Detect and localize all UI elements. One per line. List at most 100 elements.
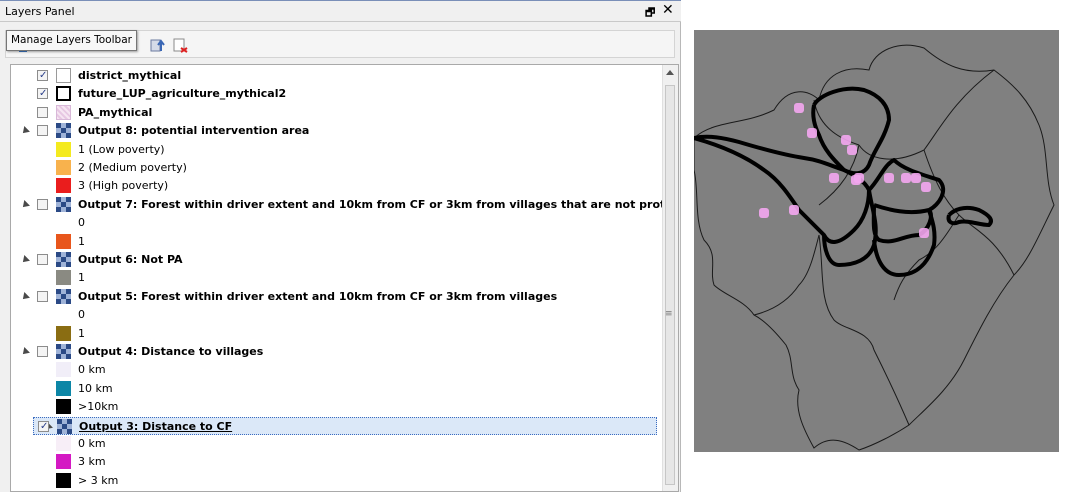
cf-point <box>921 182 931 192</box>
legend-swatch <box>56 160 71 175</box>
layer-name: Output 5: Forest within driver extent an… <box>78 289 558 303</box>
legend-row: 1 <box>11 233 611 251</box>
cf-point <box>841 135 851 145</box>
layer-symbol-swatch <box>56 86 71 102</box>
layer-row[interactable]: Output 5: Forest within driver extent an… <box>11 288 661 306</box>
raster-layer-icon <box>56 288 71 304</box>
cf-point <box>919 228 929 238</box>
scroll-up-icon[interactable] <box>666 70 674 75</box>
cf-point <box>759 208 769 218</box>
raster-layer-icon <box>56 344 71 359</box>
collapse-arrow-icon[interactable] <box>20 126 30 137</box>
legend-label: 2 (Medium poverty) <box>78 161 187 174</box>
cf-point <box>854 173 864 183</box>
layer-visibility-checkbox[interactable] <box>38 418 49 436</box>
layer-visibility-checkbox[interactable] <box>37 290 48 302</box>
legend-swatch <box>56 307 71 323</box>
map-svg <box>694 30 1059 452</box>
legend-swatch <box>56 472 71 488</box>
collapse-arrow-icon[interactable] <box>20 291 30 302</box>
collapse-arrow-icon[interactable] <box>20 199 30 210</box>
legend-swatch <box>56 215 71 231</box>
layer-visibility-checkbox[interactable] <box>37 254 48 265</box>
layer-visibility-checkbox[interactable] <box>37 346 48 357</box>
legend-swatch <box>56 233 71 249</box>
layer-row[interactable]: PA_mythical <box>11 104 661 122</box>
layer-visibility-checkbox[interactable] <box>37 198 48 210</box>
panel-titlebar: Layers Panel 🗗 ✕ <box>0 0 681 22</box>
layer-visibility-checkbox[interactable] <box>37 125 48 137</box>
legend-label: 0 km <box>78 363 106 377</box>
cf-point <box>847 145 857 155</box>
cf-point <box>901 173 911 183</box>
layer-row[interactable]: Output 3: Distance to CF <box>33 416 657 436</box>
layer-visibility-checkbox[interactable] <box>37 106 48 118</box>
legend-row: 0 <box>11 214 611 232</box>
layer-symbol-swatch <box>56 104 71 120</box>
legend-row: 1 <box>11 325 611 343</box>
collapse-arrow-icon[interactable] <box>20 347 30 357</box>
legend-label: > 3 km <box>78 473 119 487</box>
layer-name: future_LUP_agriculture_mythical2 <box>78 87 287 101</box>
panel-title: Layers Panel <box>5 5 75 18</box>
layer-row[interactable]: Output 7: Forest within driver extent an… <box>11 196 678 214</box>
toolbar-tooltip: Manage Layers Toolbar <box>6 30 137 51</box>
legend-swatch <box>56 436 71 451</box>
cf-point <box>789 205 799 215</box>
layer-visibility-checkbox[interactable] <box>37 85 48 103</box>
legend-label: 3 (High poverty) <box>78 179 169 193</box>
legend-swatch <box>56 141 71 157</box>
cf-point <box>884 173 894 183</box>
raster-layer-icon <box>56 252 71 267</box>
legend-row: 3 (High poverty) <box>11 177 611 195</box>
cf-point <box>829 173 839 183</box>
legend-swatch <box>56 270 71 286</box>
layer-name: Output 8: potential intervention area <box>78 124 310 138</box>
raster-layer-icon <box>56 123 71 139</box>
map-canvas[interactable] <box>694 30 1059 452</box>
layer-name: Output 7: Forest within driver extent an… <box>78 197 679 211</box>
scroll-thumb[interactable] <box>665 85 675 485</box>
legend-label: >10km <box>78 400 119 414</box>
legend-swatch <box>56 325 71 341</box>
cf-point <box>911 173 921 183</box>
legend-row: 2 (Medium poverty) <box>11 159 611 177</box>
remove-layer-icon[interactable] <box>172 37 188 53</box>
legend-label: 0 <box>78 216 85 230</box>
legend-label: 1 (Low poverty) <box>78 142 165 156</box>
layer-name: Output 6: Not PA <box>78 253 183 266</box>
layer-row[interactable]: Output 8: potential intervention area <box>11 122 661 140</box>
cf-point <box>794 103 804 113</box>
cf-point <box>807 128 817 138</box>
legend-row: 0 <box>11 306 611 324</box>
legend-swatch <box>56 380 71 396</box>
raster-layer-icon <box>57 418 72 434</box>
layers-panel: Layers Panel 🗗 ✕ Manage Layers Toolbar d… <box>0 0 681 492</box>
legend-row: 1 <box>11 269 611 287</box>
layer-row[interactable]: Output 4: Distance to villages <box>11 343 661 361</box>
layer-row[interactable]: Output 6: Not PA <box>11 251 661 269</box>
legend-label: 3 km <box>78 455 106 469</box>
legend-label: 0 <box>78 308 85 322</box>
legend-label: 1 <box>78 234 85 248</box>
legend-row: 3 km <box>11 453 611 471</box>
layers-tree[interactable]: district_mythical future_LUP_agriculture_… <box>10 64 679 492</box>
legend-label: 10 km <box>78 381 113 395</box>
move-up-icon[interactable] <box>150 37 166 53</box>
layer-name: PA_mythical <box>78 105 153 119</box>
close-panel-button[interactable]: ✕ <box>662 2 674 18</box>
legend-row: 10 km <box>11 380 611 398</box>
layer-visibility-checkbox[interactable] <box>37 67 48 85</box>
tree-scrollbar[interactable]: ≡ <box>662 65 678 491</box>
legend-row: > 3 km <box>11 472 611 490</box>
float-panel-button[interactable]: 🗗 <box>645 4 655 23</box>
layer-row[interactable]: future_LUP_agriculture_mythical2 <box>11 85 661 103</box>
layer-row[interactable]: district_mythical <box>11 67 661 85</box>
legend-label: 1 <box>78 326 85 340</box>
legend-row: 1 (Low poverty) <box>11 141 611 159</box>
legend-row: >10km <box>11 398 611 416</box>
collapse-arrow-icon[interactable] <box>20 255 30 265</box>
legend-swatch <box>56 454 71 470</box>
legend-swatch <box>56 399 71 415</box>
legend-swatch <box>56 178 71 194</box>
